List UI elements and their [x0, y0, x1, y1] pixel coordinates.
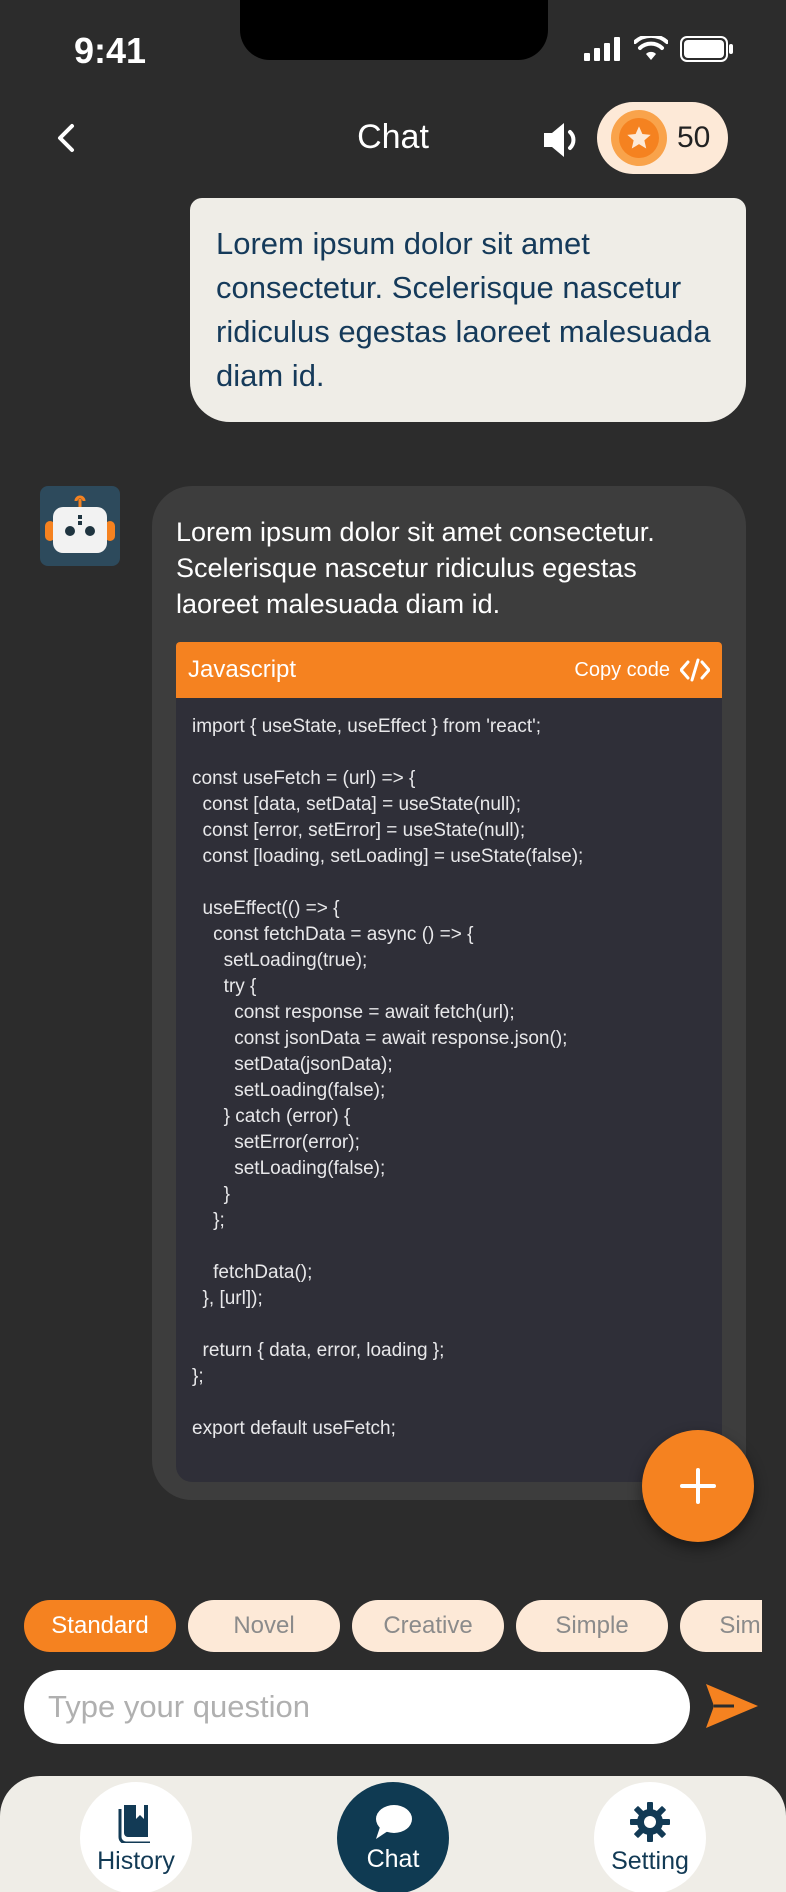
status-icons — [584, 36, 734, 62]
speaker-button[interactable] — [540, 118, 584, 162]
bot-message-card: Lorem ipsum dolor sit amet consectetur. … — [152, 486, 746, 1500]
code-language: Javascript — [188, 656, 297, 683]
code-content: import { useState, useEffect } from 'rea… — [192, 716, 584, 1439]
status-time: 9:41 — [74, 30, 147, 71]
mode-chip-simple[interactable]: Simple — [516, 1600, 668, 1652]
add-button[interactable] — [642, 1430, 754, 1542]
plus-icon — [680, 1468, 716, 1504]
coin-balance[interactable]: 50 — [597, 102, 728, 174]
bot-message-text: Lorem ipsum dolor sit amet consectetur. … — [176, 517, 655, 619]
mode-chip-creative[interactable]: Creative — [352, 1600, 504, 1652]
mode-chip-simple-2[interactable]: Simple — [680, 1600, 762, 1652]
question-input[interactable] — [24, 1670, 690, 1744]
robot-icon — [45, 495, 115, 553]
nav-setting-label: Setting — [611, 1846, 689, 1875]
copy-code-button[interactable]: Copy code — [574, 658, 710, 682]
code-header: Javascript Copy code — [176, 642, 722, 698]
copy-code-label: Copy code — [574, 658, 670, 681]
chat-header: Chat 50 — [0, 100, 786, 180]
bottom-nav: History Chat Setting — [0, 1776, 786, 1892]
book-icon — [118, 1804, 150, 1843]
status-bar: 9:41 — [0, 0, 786, 100]
coin-count: 50 — [677, 121, 711, 154]
mode-chip-standard[interactable]: Standard — [24, 1600, 176, 1652]
signal-icon — [584, 37, 620, 61]
chat-bubble-icon — [376, 1804, 412, 1839]
send-button[interactable] — [704, 1680, 764, 1736]
nav-history-label: History — [97, 1846, 175, 1875]
nav-history[interactable]: History — [80, 1782, 192, 1892]
code-block: Javascript Copy code import { useState, … — [176, 642, 722, 1482]
mode-selector: StandardNovelCreativeSimpleSimple — [24, 1600, 762, 1654]
mode-chip-novel[interactable]: Novel — [188, 1600, 340, 1652]
send-icon — [706, 1684, 758, 1728]
nav-chat-label: Chat — [366, 1844, 420, 1873]
code-icon — [680, 658, 710, 682]
wifi-icon — [634, 36, 668, 60]
notch — [240, 0, 548, 60]
battery-icon — [680, 36, 733, 62]
bot-avatar — [40, 486, 120, 566]
nav-chat[interactable]: Chat — [337, 1782, 449, 1892]
nav-setting[interactable]: Setting — [594, 1782, 706, 1892]
speaker-icon — [544, 123, 576, 157]
gear-icon — [630, 1801, 670, 1842]
coin-icon — [611, 110, 667, 166]
user-message-bubble: Lorem ipsum dolor sit amet consectetur. … — [190, 198, 746, 422]
